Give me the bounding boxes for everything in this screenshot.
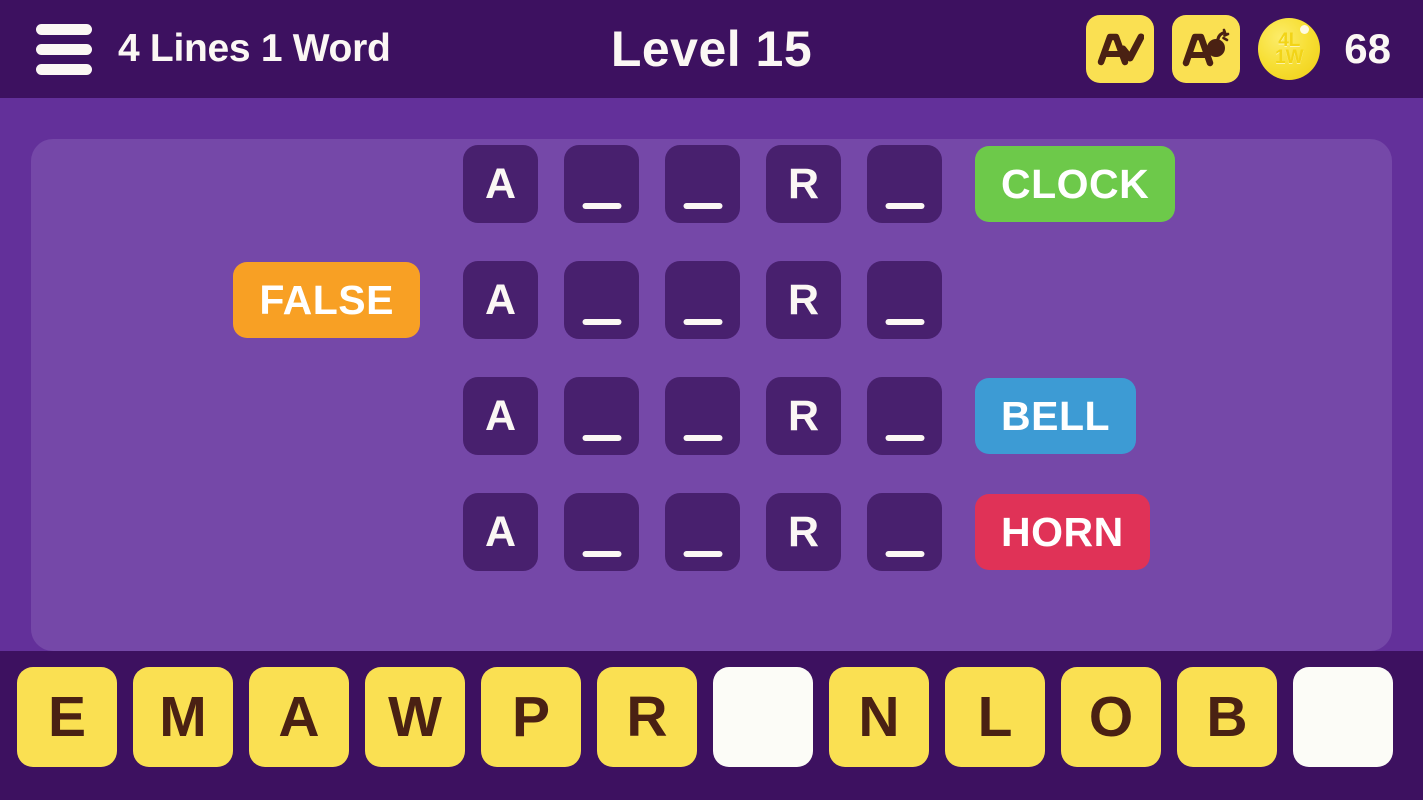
letter-key[interactable]: R [597,667,697,767]
letter-tile-glyph: A [484,159,517,208]
letter-key[interactable]: L [945,667,1045,767]
clue-slot-left: FALSE [160,262,420,338]
letter-key[interactable]: N [829,667,929,767]
a-checkmark-icon [1098,33,1145,66]
clue-word-chip[interactable]: FALSE [233,262,420,338]
coin-icon[interactable]: 4L 1W [1258,18,1321,80]
letter-key[interactable]: M [133,667,233,767]
letter-tile-group: AR [463,377,942,455]
letter-tile-empty[interactable] [665,261,740,339]
letter-key[interactable]: O [1061,667,1161,767]
letter-key[interactable]: A [249,667,349,767]
letter-key[interactable]: P [481,667,581,767]
a-bomb-icon [1183,28,1230,67]
letter-tile-empty[interactable] [665,145,740,223]
letter-key[interactable]: B [1177,667,1277,767]
letter-tile-empty[interactable] [564,377,639,455]
game-board-panel: A R CLOCK FALSE A R A R BELL A R HORN [31,139,1392,651]
clue-slot-right: CLOCK [975,146,1176,222]
reveal-letter-button[interactable] [1086,15,1155,83]
letter-keys: EMAWPR NLOB [17,667,1393,767]
letter-tile-filled[interactable]: A [463,145,538,223]
letter-tile-filled[interactable]: R [766,261,841,339]
letter-tile-glyph: R [787,275,820,324]
letter-tile-empty[interactable] [867,145,942,223]
clue-word-chip[interactable]: BELL [975,378,1137,454]
letter-tile-empty[interactable] [665,377,740,455]
word-row: A R BELL [31,377,1392,455]
letter-tile-glyph: R [787,391,820,440]
letter-tile-glyph: A [484,507,517,556]
letter-tile-filled[interactable]: A [463,261,538,339]
letter-tile-filled[interactable]: A [463,493,538,571]
clue-word-chip[interactable]: CLOCK [975,146,1176,222]
letter-tile-glyph: R [787,507,820,556]
letter-tile-glyph: A [484,275,517,324]
letter-tile-empty[interactable] [867,261,942,339]
letter-key-used[interactable] [713,667,813,767]
letter-tile-empty[interactable] [867,377,942,455]
letter-key[interactable]: W [365,667,465,767]
letter-key[interactable]: E [17,667,117,767]
letter-tile-empty[interactable] [564,493,639,571]
letter-tile-empty[interactable] [665,493,740,571]
letter-tile-group: AR [463,493,942,571]
letter-tile-filled[interactable]: R [766,145,841,223]
word-row: A R CLOCK [31,145,1392,223]
letter-tile-empty[interactable] [564,261,639,339]
top-header-bar: 4 Lines 1 Word Level 15 4L 1W 68 [0,0,1423,98]
clue-word-chip[interactable]: HORN [975,494,1150,570]
letter-key-used[interactable] [1293,667,1393,767]
coin-label-line2: 1W [1275,47,1304,68]
header-actions: 4L 1W 68 [1086,15,1391,83]
word-row: A R HORN [31,493,1392,571]
clue-slot-right: BELL [975,378,1137,454]
coin-count: 68 [1344,25,1391,72]
letter-tile-group: AR [463,145,942,223]
word-row: FALSE A R [31,261,1392,339]
letter-keyboard: EMAWPR NLOB [0,651,1423,800]
letter-tile-empty[interactable] [867,493,942,571]
letter-tile-empty[interactable] [564,145,639,223]
letter-tile-glyph: A [484,391,517,440]
letter-tile-glyph: R [787,159,820,208]
remove-letter-button[interactable] [1172,15,1241,83]
letter-tile-filled[interactable]: A [463,377,538,455]
letter-tile-filled[interactable]: R [766,377,841,455]
letter-tile-group: AR [463,261,942,339]
clue-slot-right: HORN [975,494,1150,570]
letter-tile-filled[interactable]: R [766,493,841,571]
